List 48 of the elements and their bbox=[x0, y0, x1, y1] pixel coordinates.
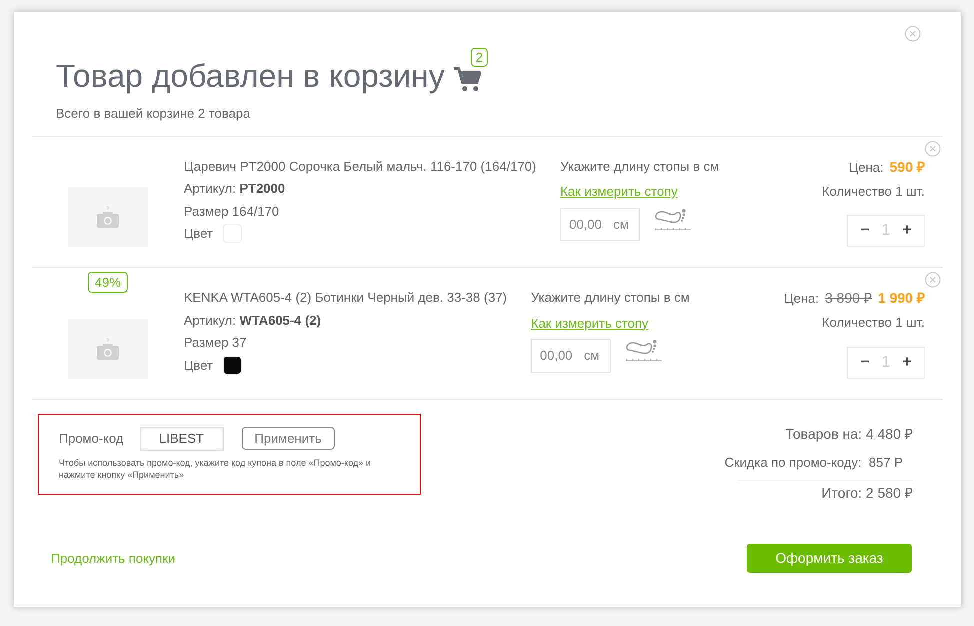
foot-length-field[interactable]: 00,00 см bbox=[560, 208, 640, 241]
increase-button[interactable]: + bbox=[902, 219, 912, 243]
foot-length-prompt: Укажите длину стопы в см bbox=[531, 289, 690, 307]
unit-text: см bbox=[584, 347, 600, 365]
dialog-title: Товар добавлен в корзину bbox=[56, 57, 445, 96]
price: 1 990 ₽ bbox=[878, 289, 925, 308]
article-label: Артикул: PT2000 bbox=[184, 180, 286, 198]
decrease-button[interactable]: − bbox=[860, 350, 870, 374]
article-label: Артикул: WTA605-4 (2) bbox=[184, 312, 322, 330]
increase-button[interactable]: + bbox=[902, 350, 912, 374]
foot-length-prompt: Укажите длину стопы в см bbox=[560, 158, 720, 176]
size-text: Размер 37 bbox=[184, 334, 248, 352]
color-label: Цвет bbox=[184, 225, 214, 243]
promo-label: Промо-код bbox=[59, 430, 124, 448]
price-label: Цена: bbox=[848, 158, 884, 177]
old-price: 3 890 ₽ bbox=[825, 289, 872, 308]
apply-button[interactable]: Применить bbox=[242, 427, 335, 450]
product-name: Царевич PT2000 Сорочка Белый мальч. 116-170 (164/170) bbox=[184, 158, 536, 176]
quantity-text: Количество 1 шт. bbox=[822, 182, 925, 200]
product-name: KENKA WTA605-4 (2) Ботинки Черный дев. 33-38 (37) bbox=[184, 289, 508, 307]
continue-shopping-link[interactable]: Продолжить покупки bbox=[51, 548, 176, 568]
camera-icon bbox=[96, 336, 120, 360]
quantity-text: Количество 1 шт. bbox=[822, 314, 925, 332]
close-icon[interactable] bbox=[925, 140, 941, 156]
order-total: Итого: 2 580 ₽ bbox=[738, 480, 913, 504]
cart-summary: Всего в вашей корзине 2 товара bbox=[55, 105, 252, 123]
foot-icon bbox=[654, 208, 692, 234]
price: 590 ₽ bbox=[890, 158, 925, 176]
color-label: Цвет bbox=[184, 356, 214, 375]
goods-total: Товаров на: 4 480 ₽ bbox=[786, 424, 913, 444]
price-label: Цена: bbox=[784, 290, 820, 308]
checkout-button[interactable]: Оформить заказ bbox=[747, 544, 912, 573]
cart-count-badge: 2 bbox=[470, 48, 488, 67]
close-icon[interactable] bbox=[905, 26, 921, 42]
close-icon[interactable] bbox=[925, 272, 941, 288]
discount-badge: 49% bbox=[88, 272, 128, 293]
promo-hint: Чтобы использовать промо-код, укажите код купона в поле «Промо-код» и нажмите кнопку «Применить» bbox=[59, 456, 372, 480]
foot-length-field[interactable]: 00,00 см bbox=[531, 339, 612, 372]
camera-icon bbox=[96, 205, 120, 229]
measure-foot-link[interactable]: Как измерить стопу bbox=[560, 182, 720, 202]
size-text: Размер 164/170 bbox=[184, 202, 280, 221]
foot-length-input[interactable]: 00,00 bbox=[569, 214, 606, 234]
foot-length-input[interactable]: 00,00 bbox=[540, 346, 576, 366]
decrease-button[interactable]: − bbox=[860, 219, 870, 243]
measure-foot-link[interactable]: Как измерить стопу bbox=[531, 314, 690, 333]
promo-discount: Скидка по промо-коду: 857 Р bbox=[724, 454, 903, 472]
unit-text: см bbox=[613, 216, 629, 234]
cart-icon bbox=[452, 66, 483, 94]
